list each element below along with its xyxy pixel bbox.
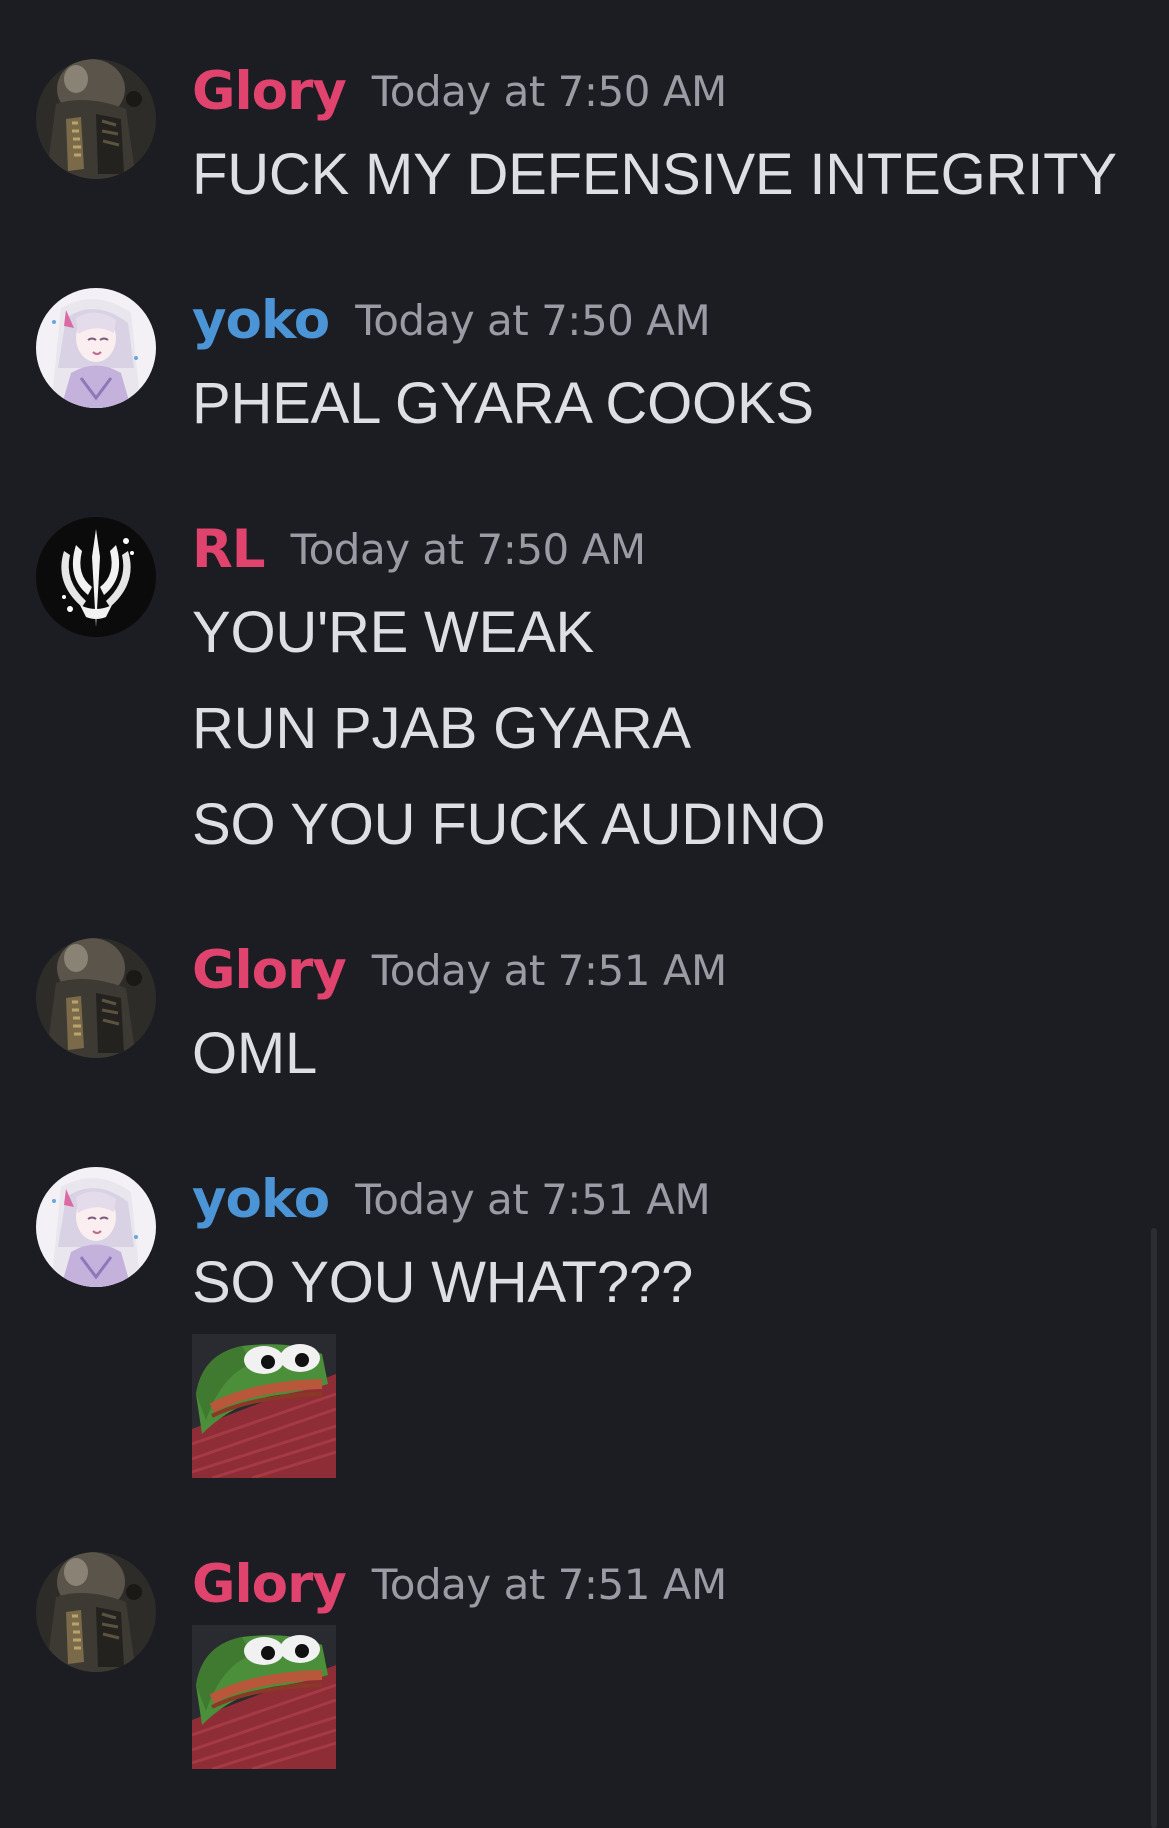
trident-emblem-avatar[interactable] — [36, 517, 156, 637]
timestamp: Today at 7:50 AM — [371, 66, 728, 116]
timestamp: Today at 7:51 AM — [371, 1559, 728, 1609]
username[interactable]: Glory — [192, 1554, 347, 1615]
chat-message-list: Glory Today at 7:50 AM FUCK MY DEFENSIVE… — [0, 0, 1169, 1828]
armored-knight-avatar[interactable] — [36, 938, 156, 1058]
message-header: Glory Today at 7:51 AM — [192, 935, 727, 1005]
anime-girl-avatar[interactable] — [36, 288, 156, 408]
message-text: SO YOU WHAT??? — [192, 1250, 694, 1315]
message-text: RUN PJAB GYARA — [192, 696, 691, 761]
message-text: PHEAL GYARA COOKS — [192, 371, 814, 436]
timestamp: Today at 7:51 AM — [371, 945, 728, 995]
armored-knight-avatar[interactable] — [36, 1552, 156, 1672]
message-text: YOU'RE WEAK — [192, 600, 595, 665]
message-text: SO YOU FUCK AUDINO — [192, 792, 826, 857]
armored-knight-avatar[interactable] — [36, 59, 156, 179]
message-text: OML — [192, 1021, 318, 1086]
username[interactable]: Glory — [192, 940, 347, 1001]
username[interactable]: Glory — [192, 61, 347, 122]
peeking-pepe-sticker[interactable] — [192, 1625, 336, 1769]
timestamp: Today at 7:50 AM — [290, 524, 647, 574]
timestamp: Today at 7:51 AM — [355, 1174, 711, 1224]
chat-message: Glory Today at 7:51 AM — [0, 1549, 1140, 1769]
chat-message: yoko Today at 7:50 AM PHEAL GYARA COOKS — [0, 285, 1140, 436]
message-header: Glory Today at 7:51 AM — [192, 1549, 727, 1619]
message-header: RL Today at 7:50 AM — [192, 514, 646, 584]
chat-message: yoko Today at 7:51 AM SO YOU WHAT??? — [0, 1164, 1140, 1484]
chat-message: Glory Today at 7:50 AM FUCK MY DEFENSIVE… — [0, 56, 1140, 207]
anime-girl-avatar[interactable] — [36, 1167, 156, 1287]
timestamp: Today at 7:50 AM — [355, 295, 711, 345]
username[interactable]: yoko — [192, 1169, 330, 1230]
username[interactable]: RL — [192, 519, 266, 580]
message-header: Glory Today at 7:50 AM — [192, 56, 727, 126]
message-header: yoko Today at 7:51 AM — [192, 1164, 711, 1234]
username[interactable]: yoko — [192, 290, 330, 351]
scrollbar[interactable] — [1151, 1228, 1157, 1828]
message-header: yoko Today at 7:50 AM — [192, 285, 711, 355]
peeking-pepe-sticker[interactable] — [192, 1334, 336, 1478]
chat-message: RL Today at 7:50 AM YOU'RE WEAK RUN PJAB… — [0, 514, 1140, 857]
chat-message: Glory Today at 7:51 AM OML — [0, 935, 1140, 1086]
message-text: FUCK MY DEFENSIVE INTEGRITY — [192, 142, 1117, 207]
